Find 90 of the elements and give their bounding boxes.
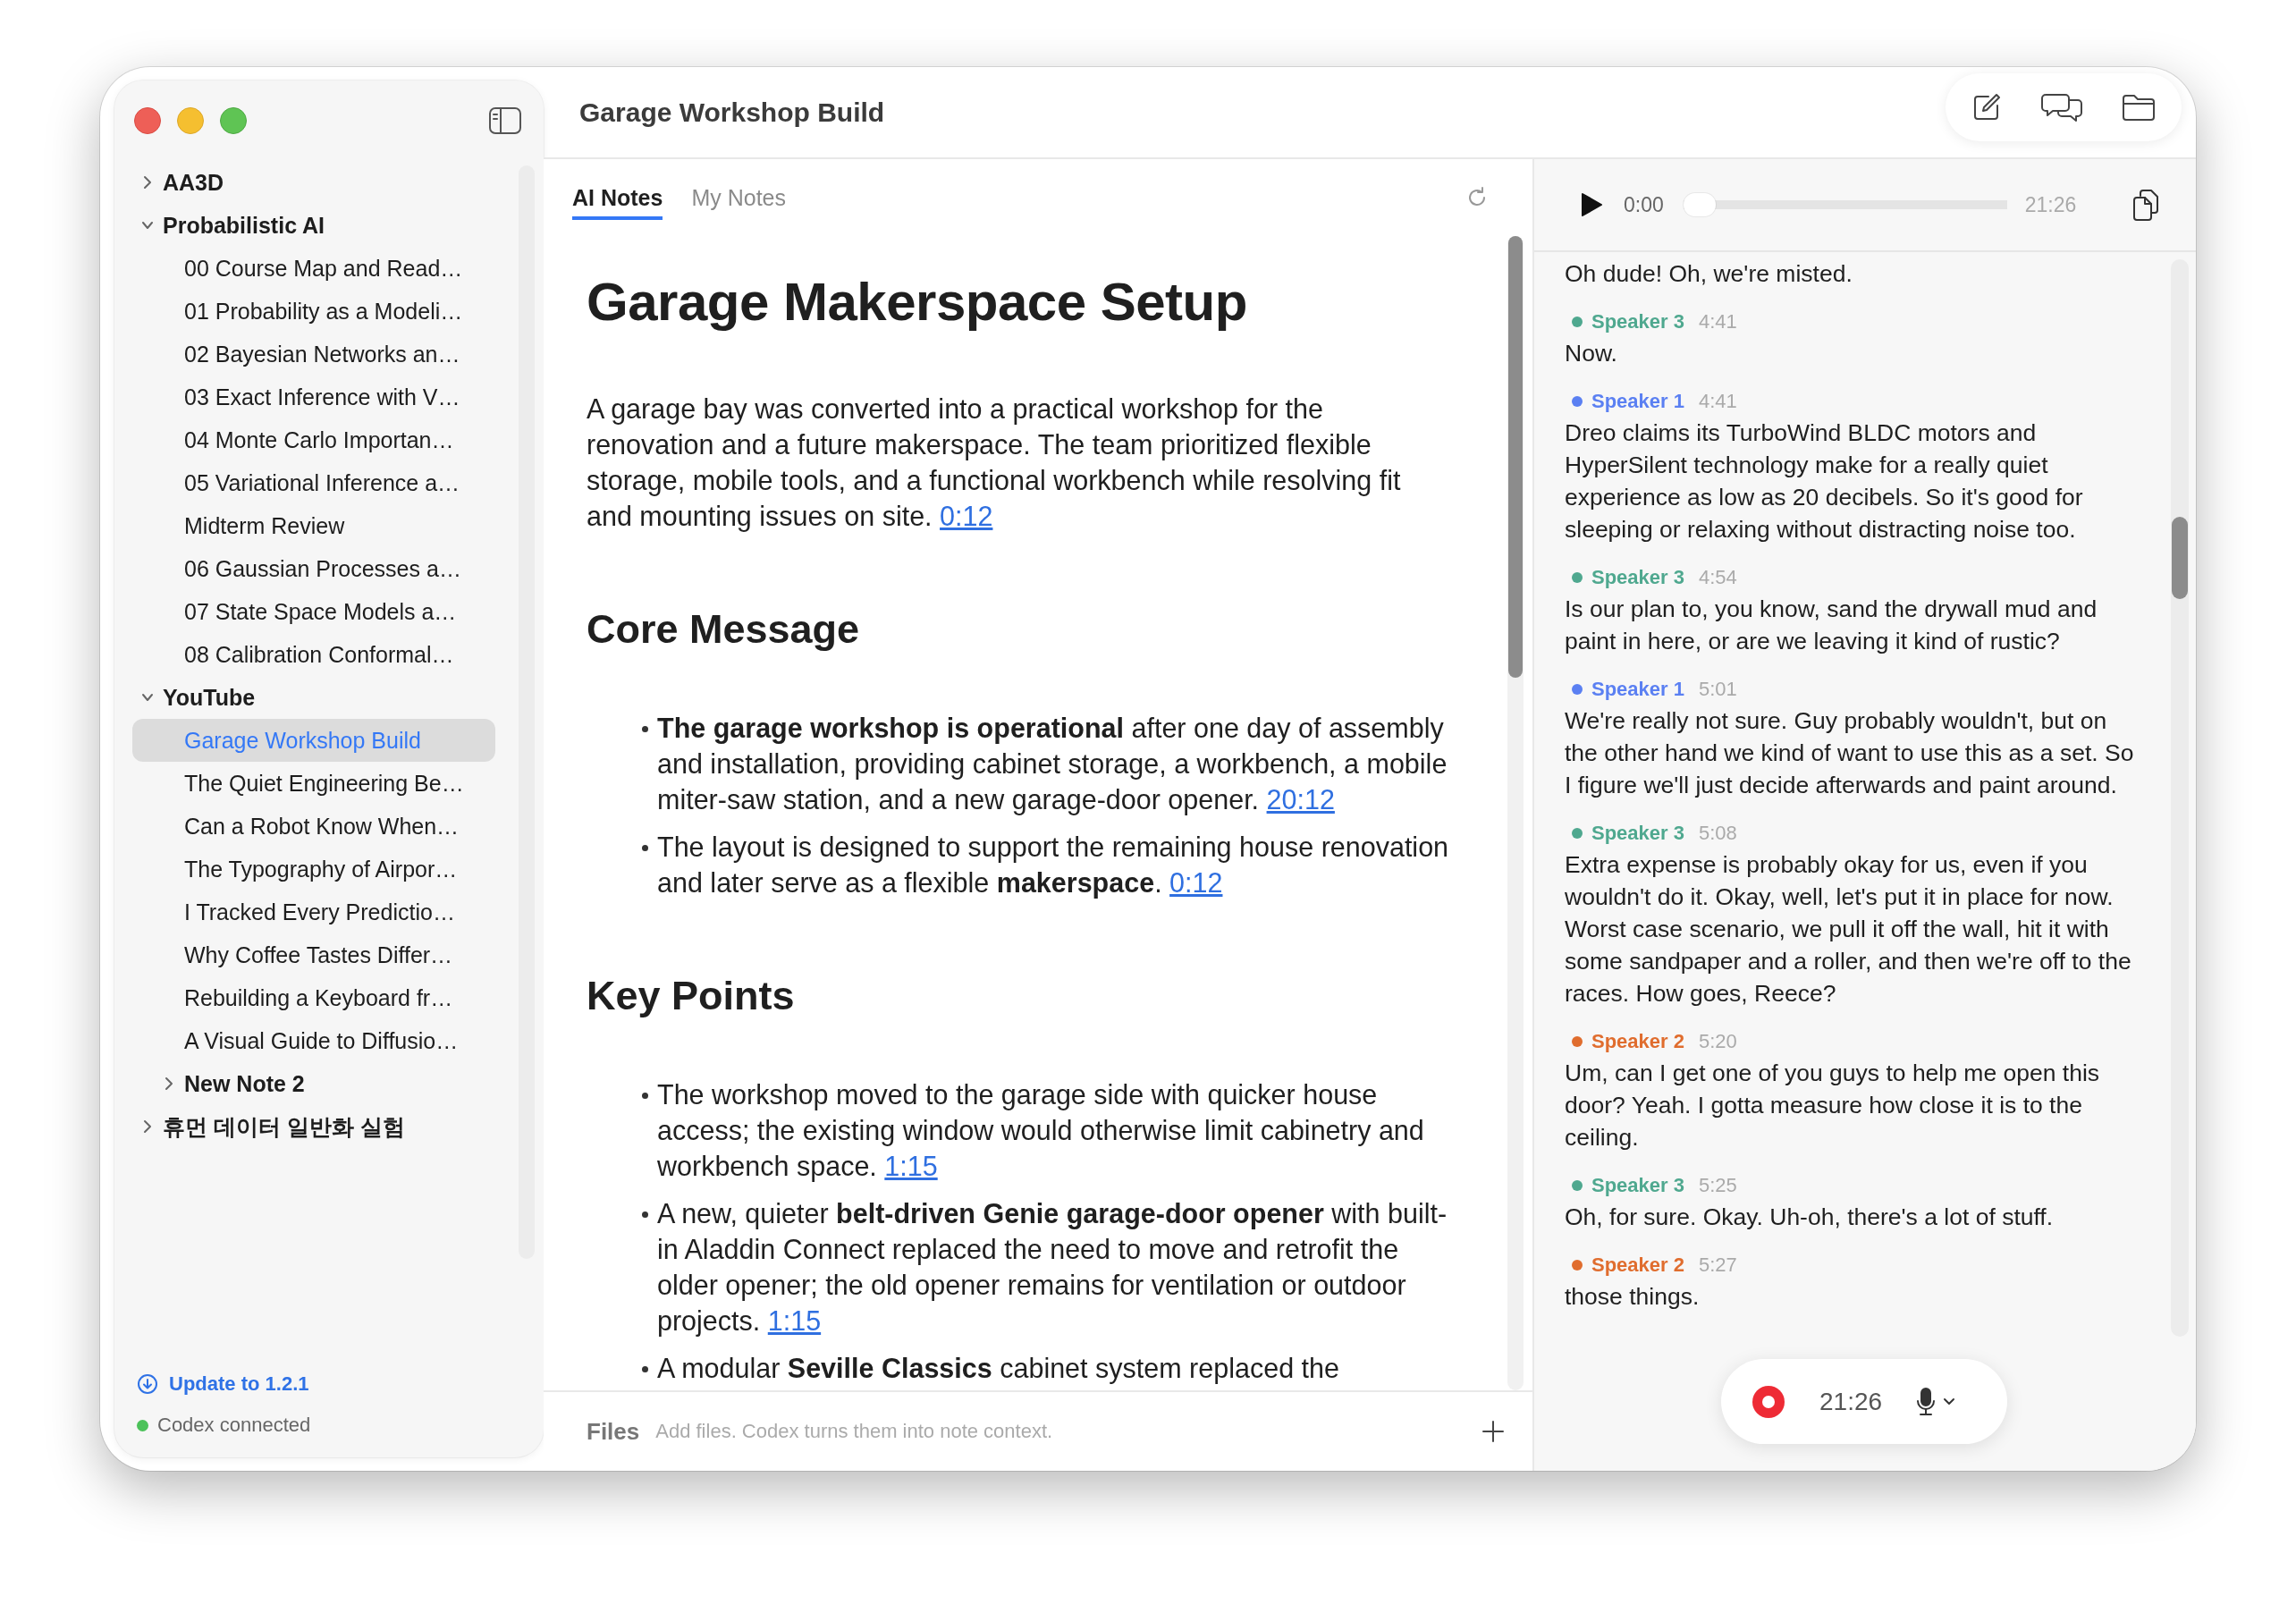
timestamp-link[interactable]: 1:15 <box>767 1305 822 1336</box>
note-item[interactable]: Why Coffee Tastes Differ… <box>132 933 495 976</box>
timestamp: 5:01 <box>1698 678 1737 701</box>
copy-icon[interactable] <box>2131 189 2160 221</box>
transcript-text: Now. <box>1565 339 1618 368</box>
speaker-name: Speaker 3 <box>1591 822 1684 845</box>
note-item[interactable]: 08 Calibration Conformal… <box>132 633 495 676</box>
speaker-name: Speaker 2 <box>1591 1030 1684 1053</box>
close-button[interactable] <box>134 107 161 134</box>
folder-item[interactable]: New Note 2 <box>132 1062 495 1105</box>
files-label: Files <box>587 1417 640 1446</box>
note-item[interactable]: 02 Bayesian Networks an… <box>132 333 495 376</box>
note-title: Garage Makerspace Setup <box>587 271 1248 333</box>
transcript-text: Um, can I get one of you guys to help me open this door? Yeah. I gotta measure how close it is to the ceiling. <box>1565 1059 2101 1152</box>
speaker-name: Speaker 1 <box>1591 390 1684 413</box>
note-item[interactable]: 04 Monte Carlo Importan… <box>132 418 495 461</box>
bullet-icon <box>642 1366 648 1372</box>
timestamp: 5:08 <box>1698 822 1737 845</box>
duration: 21:26 <box>2024 192 2077 217</box>
sidebar-toggle-icon[interactable] <box>488 106 522 135</box>
transcript-text: Dreo claims its TurboWind BLDC motors and HyperSilent technology make for a really quiet experience as low as 20 decibels. So it's good for sleeping or relaxing without distracting noise too. <box>1565 418 2084 545</box>
timestamp: 4:41 <box>1698 390 1737 413</box>
play-icon[interactable] <box>1579 191 1604 218</box>
microphone-icon[interactable] <box>1916 1386 1937 1417</box>
timestamp-link[interactable]: 1:15 <box>884 1151 938 1181</box>
slider-thumb[interactable] <box>1683 193 1716 216</box>
section-heading: Core Message <box>587 605 861 654</box>
note-item[interactable]: 01 Probability as a Modeli… <box>132 290 495 333</box>
download-icon <box>137 1373 158 1395</box>
timestamp: 4:54 <box>1698 566 1737 589</box>
record-icon[interactable] <box>1752 1384 1785 1419</box>
bullet-text: The workshop moved to the garage side with quicker house access; the existing window would otherwise limit cabinetry and workbench space. 1:15 <box>657 1078 1425 1184</box>
section-heading: Key Points <box>587 972 796 1020</box>
speaker-name: Speaker 2 <box>1591 1254 1684 1277</box>
transcript-text: Is our plan to, you know, sand the drywall mud and paint in here, or are we leaving it kind of rustic? <box>1565 595 2098 656</box>
note-item[interactable]: 00 Course Map and Read… <box>132 247 495 290</box>
summary-paragraph: A garage bay was converted into a practical workshop for the renovation and a future makerspace. The team prioritized flexible storage, mobile tools, and a functional workbench while resolving fit and mounting issues on site. 0:12 <box>587 393 1402 534</box>
minimize-button[interactable] <box>177 107 204 134</box>
transcript-text: We're really not sure. Guy probably wouldn't, but on the other hand we kind of want to use this as a set. So I figure we'll just decide afterwards and paint around. <box>1565 706 2135 800</box>
plus-icon[interactable] <box>1481 1419 1506 1444</box>
scrollbar-thumb[interactable] <box>1508 236 1523 678</box>
timestamp-link[interactable]: 0:12 <box>1169 867 1223 898</box>
note-item[interactable]: The Quiet Engineering Be… <box>132 762 495 805</box>
bullet-text: The layout is designed to support the remaining house renovation and later serve as a flexible makerspace. 0:12 <box>657 831 1450 900</box>
folder-item[interactable]: YouTube <box>132 676 495 719</box>
folder-item[interactable]: 휴먼 데이터 일반화 실험 <box>132 1105 495 1148</box>
folder-item[interactable]: AA3D <box>132 161 495 204</box>
transcript-text: Oh dude! Oh, we're misted. <box>1565 259 1853 289</box>
timestamp-link[interactable]: 0:12 <box>940 501 993 531</box>
scrollbar-thumb[interactable] <box>2172 517 2188 599</box>
note-item[interactable]: The Typography of Airpor… <box>132 848 495 891</box>
bullet-text: A new, quieter belt-driven Genie garage-door opener with built-in Aladdin Connect replaced the need to move and retrofit the older opener; the old opener remains for ventilation or outdoor projects. 1:15 <box>657 1197 1448 1338</box>
transcript-text: Extra expense is probably okay for us, even if you wouldn't do it. Okay, well, let's put it in place for now. Worst case scenario, we pull it off the wall, hit it with some sandpaper and a roller, and then we're off to the races. How goes, Reece? <box>1565 850 2132 1009</box>
timestamp-link[interactable]: 20:12 <box>1266 784 1335 815</box>
note-item[interactable]: 05 Variational Inference a… <box>132 461 495 504</box>
scrollbar-track[interactable] <box>2171 259 2189 1337</box>
speaker-name: Speaker 3 <box>1591 310 1684 333</box>
bullet-icon <box>642 1093 648 1099</box>
recording-time: 21:26 <box>1819 1387 1883 1416</box>
speaker-name: Speaker 1 <box>1591 678 1684 701</box>
scrollbar-track[interactable] <box>1507 236 1524 1390</box>
status-text: Codex connected <box>157 1414 311 1437</box>
transcript-text: Oh, for sure. Okay. Uh-oh, there's a lot of stuff. <box>1565 1203 2055 1232</box>
update-link[interactable]: Update to 1.2.1 <box>137 1366 309 1402</box>
folder-item[interactable]: Probabilistic AI <box>132 204 495 247</box>
note-item[interactable]: Can a Robot Know When… <box>132 805 495 848</box>
files-input[interactable]: Add files. Codex turns them into note context. <box>655 1420 1465 1443</box>
speaker-name: Speaker 3 <box>1591 1174 1684 1197</box>
timestamp: 5:25 <box>1698 1174 1737 1197</box>
note-item[interactable]: 03 Exact Inference with V… <box>132 376 495 418</box>
speaker-name: Speaker 3 <box>1591 566 1684 589</box>
note-item[interactable]: 07 State Space Models a… <box>132 590 495 633</box>
tab[interactable]: AI Notes <box>572 179 663 220</box>
timestamp: 5:20 <box>1698 1030 1737 1053</box>
note-item[interactable]: A Visual Guide to Diffusio… <box>132 1019 495 1062</box>
timestamp: 5:27 <box>1698 1254 1737 1277</box>
note-item[interactable]: Rebuilding a Keyboard fr… <box>132 976 495 1019</box>
bullet-icon <box>642 726 648 732</box>
window-title: Garage Workshop Build <box>579 97 886 128</box>
note-item[interactable]: 06 Gaussian Processes a… <box>132 547 495 590</box>
bullet-text: A modular Seville Classics cabinet system replaced the <box>657 1352 1340 1386</box>
bullet-text: The garage workshop is operational after one day of assembly and installation, providing cabinet storage, a workbench, a mobile miter-saw station, and a new garage-door opener. 20:12 <box>657 712 1448 817</box>
bullet-icon <box>642 845 648 851</box>
current-time: 0:00 <box>1624 192 1664 217</box>
bullet-icon <box>642 1211 648 1218</box>
zoom-button[interactable] <box>220 107 247 134</box>
transcript-text: those things. <box>1565 1282 1701 1312</box>
timestamp: 4:41 <box>1698 310 1737 333</box>
note-item[interactable]: Midterm Review <box>132 504 495 547</box>
note-item[interactable]: I Tracked Every Predictio… <box>132 891 495 933</box>
